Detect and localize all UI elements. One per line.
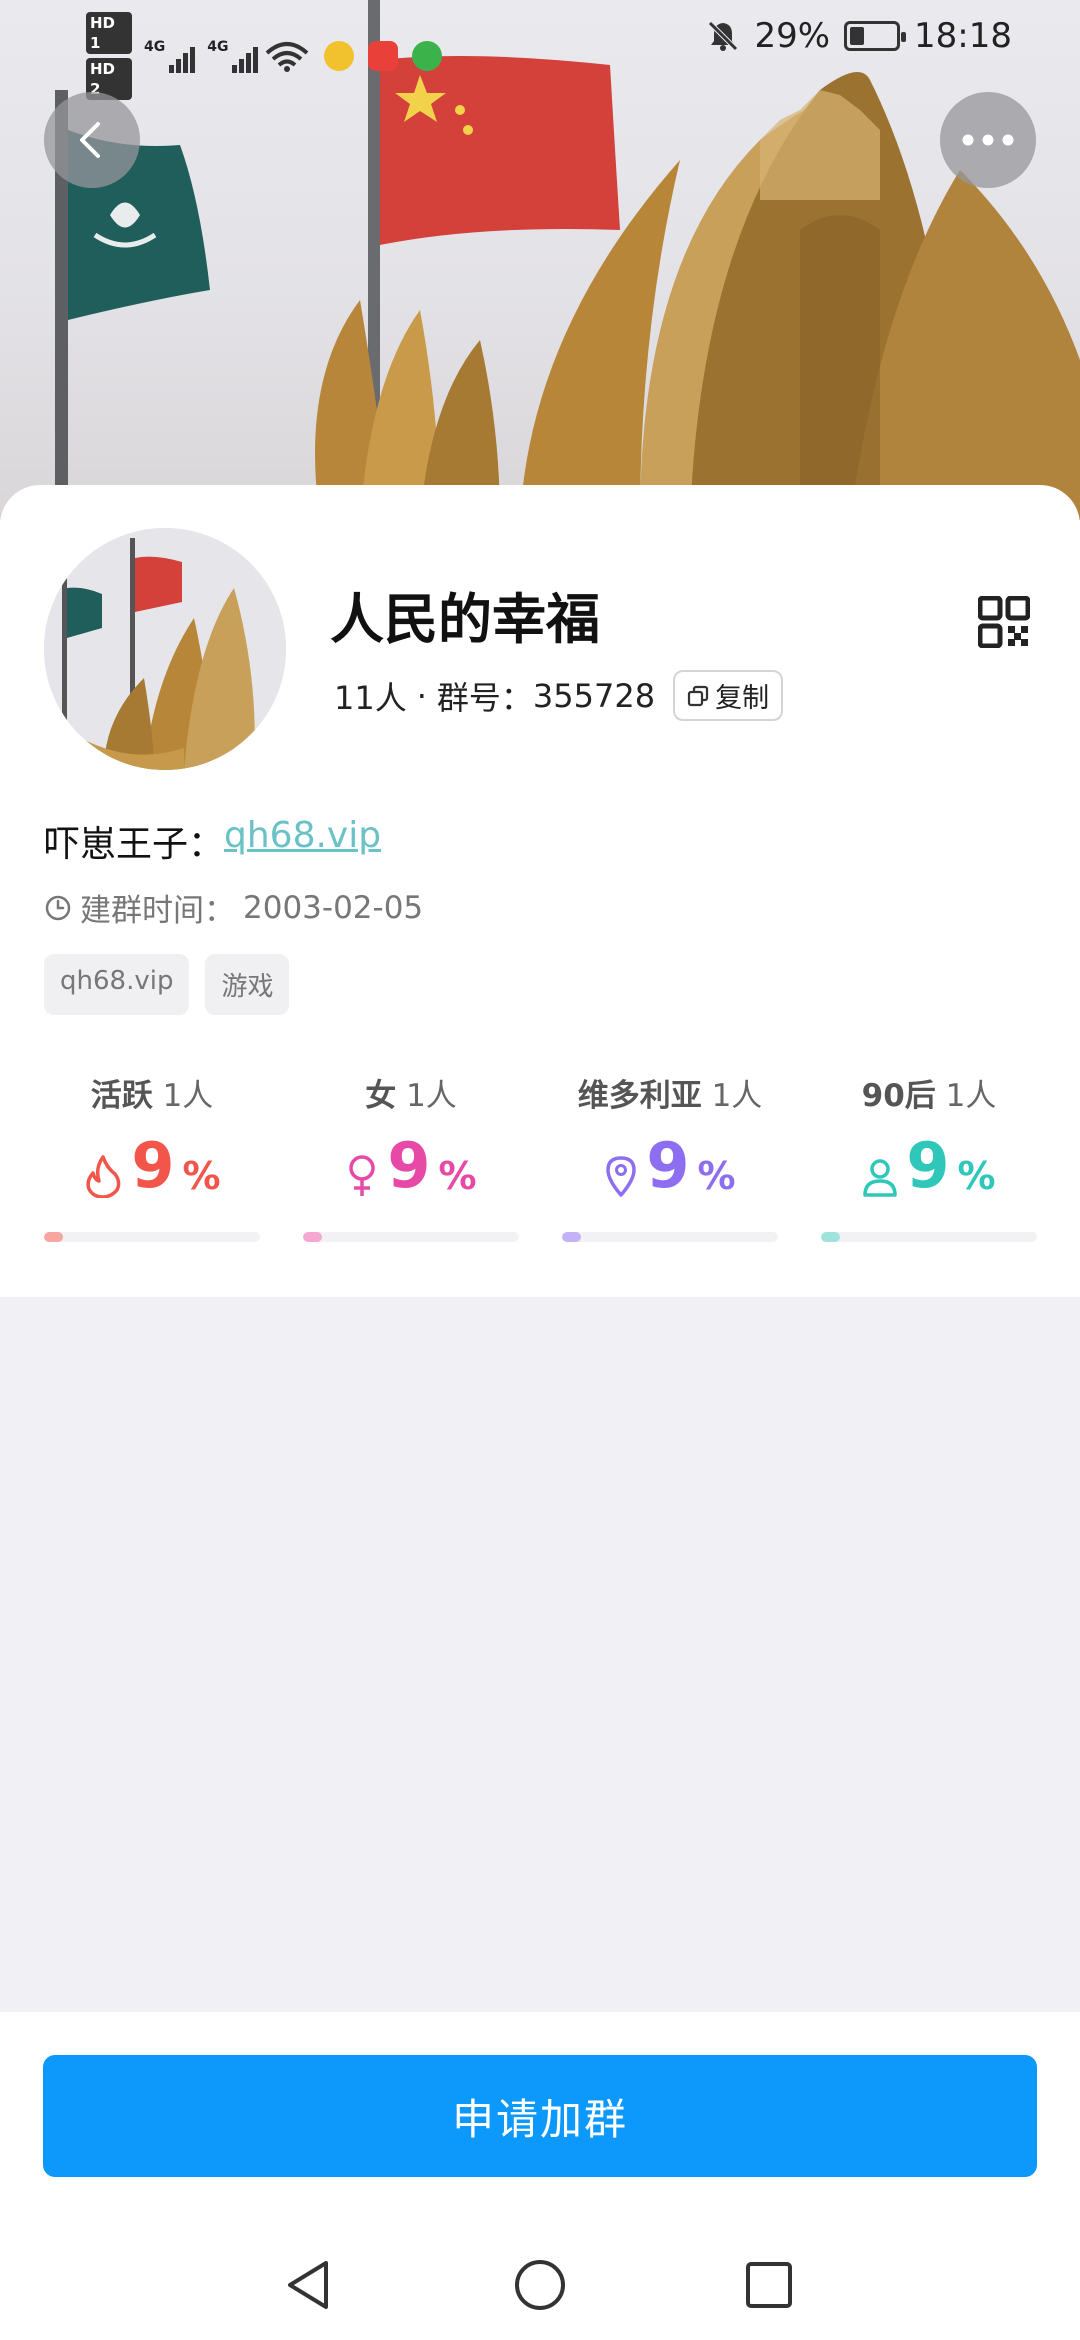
location-pin-icon bbox=[606, 1156, 637, 1197]
battery-percent: 29% bbox=[754, 16, 831, 56]
stat-gender: 女 1人 9% bbox=[303, 1070, 519, 1250]
owner-label: 吓崽王子： bbox=[44, 824, 225, 865]
stat-label: 活跃 1人 bbox=[90, 1078, 214, 1114]
stat-location: 维多利亚 1人 9% bbox=[562, 1070, 778, 1250]
hd1-badge: HD 1 bbox=[86, 12, 132, 54]
stat-progress-bar bbox=[821, 1232, 1037, 1242]
copy-button[interactable]: 复制 bbox=[673, 670, 784, 721]
flame-icon bbox=[86, 1155, 121, 1198]
owner-link[interactable]: qh68.vip bbox=[224, 815, 381, 867]
back-button[interactable] bbox=[44, 92, 140, 188]
stat-fill bbox=[821, 1232, 841, 1242]
tag-item[interactable]: 游戏 bbox=[205, 954, 290, 1015]
chevron-left-icon bbox=[80, 122, 100, 158]
status-left: HD 1 HD 2 4G 4G bbox=[86, 12, 443, 100]
nav-home-button[interactable] bbox=[505, 2250, 575, 2320]
female-icon bbox=[349, 1155, 376, 1196]
network-type-1: 4G bbox=[144, 39, 166, 55]
tag-list: qh68.vip 游戏 bbox=[44, 954, 290, 1015]
pop-app-icon bbox=[412, 41, 443, 71]
status-bar: HD 1 HD 2 4G 4G 29% 18:18 bbox=[0, 0, 1080, 100]
stat-fill bbox=[562, 1232, 582, 1242]
member-count: 11人 bbox=[334, 678, 407, 717]
stat-progress-bar bbox=[562, 1232, 778, 1242]
tag-item[interactable]: qh68.vip bbox=[44, 954, 190, 1015]
join-group-button[interactable]: 申请加群 bbox=[43, 2055, 1037, 2177]
stat-active: 活跃 1人 9% bbox=[44, 1070, 260, 1250]
more-dots-icon bbox=[962, 134, 1014, 146]
stat-label: 维多利亚 1人 bbox=[577, 1078, 763, 1114]
signal-icon-2: 4G bbox=[207, 39, 259, 73]
stat-progress-bar bbox=[303, 1232, 519, 1242]
stat-age: 90后 1人 9% bbox=[821, 1070, 1037, 1250]
stat-value: 9% bbox=[562, 1134, 778, 1198]
nav-back-icon bbox=[288, 2261, 328, 2309]
created-date: 2003-02-05 bbox=[243, 889, 424, 926]
stat-label: 女 1人 bbox=[365, 1078, 457, 1114]
stat-fill bbox=[303, 1232, 323, 1242]
hd-indicators: HD 1 HD 2 bbox=[86, 12, 132, 100]
copy-label: 复制 bbox=[715, 683, 770, 714]
status-right: 29% 18:18 bbox=[706, 16, 1012, 56]
weibo-icon bbox=[324, 41, 355, 71]
battery-icon bbox=[844, 21, 907, 51]
qr-code-icon[interactable] bbox=[978, 596, 1030, 648]
clock-icon bbox=[45, 895, 71, 920]
wifi-icon bbox=[266, 42, 309, 72]
nav-home-icon bbox=[515, 2260, 565, 2310]
mute-bell-icon bbox=[708, 21, 739, 51]
battery-level bbox=[850, 27, 865, 45]
huawei-appgallery-icon bbox=[368, 41, 399, 71]
nav-back-button[interactable] bbox=[274, 2250, 344, 2320]
signal-icon: 4G bbox=[144, 39, 196, 73]
created-line: 建群时间： 2003-02-05 bbox=[44, 885, 423, 930]
created-label: 建群时间： bbox=[80, 893, 235, 929]
nav-recents-icon bbox=[746, 2262, 792, 2308]
group-meta: 11人 · 群号： 355728 复制 bbox=[334, 670, 784, 721]
group-name: 人民的幸福 bbox=[330, 588, 600, 651]
network-type-2: 4G bbox=[207, 39, 229, 55]
stat-fill bbox=[44, 1232, 64, 1242]
group-id-label: 群号： bbox=[436, 678, 533, 717]
nav-recents-button[interactable] bbox=[734, 2250, 804, 2320]
group-id: 355728 bbox=[532, 676, 656, 715]
stat-value: 9% bbox=[44, 1134, 260, 1198]
group-avatar[interactable] bbox=[44, 528, 286, 770]
person-icon bbox=[863, 1159, 898, 1197]
system-nav-bar bbox=[0, 2230, 1080, 2340]
more-button[interactable] bbox=[940, 92, 1036, 188]
stat-value: 9% bbox=[821, 1134, 1037, 1198]
stat-value: 9% bbox=[303, 1134, 519, 1198]
stat-label: 90后 1人 bbox=[861, 1078, 997, 1114]
stat-progress-bar bbox=[44, 1232, 260, 1242]
clock: 18:18 bbox=[914, 16, 1012, 56]
meta-separator: · bbox=[416, 676, 427, 715]
copy-icon bbox=[687, 685, 709, 706]
owner-line: 吓崽王子： qh68.vip bbox=[44, 815, 381, 867]
stats-row: 活跃 1人 9% 女 1人 9% 维多利亚 1人 9% 90后 1人 9 % bbox=[44, 1070, 1037, 1250]
